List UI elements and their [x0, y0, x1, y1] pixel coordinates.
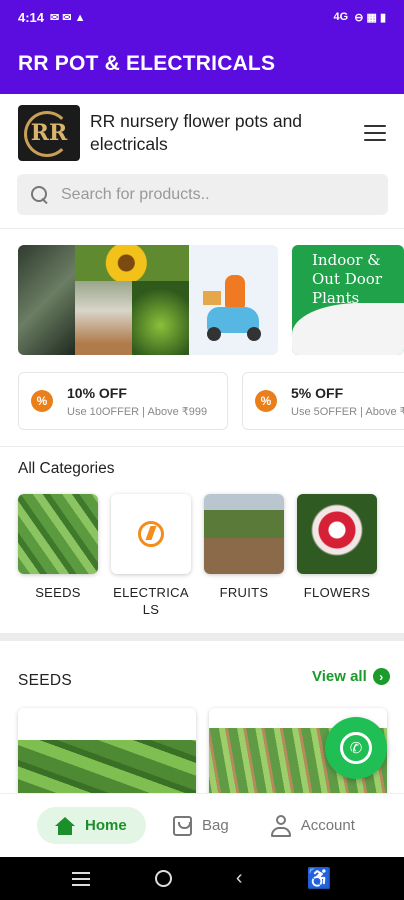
notification-icons: ✉ ✉ ▲	[50, 11, 86, 24]
store-header: RR RR nursery flower pots and electrical…	[0, 100, 404, 166]
view-all-button[interactable]: View all ›	[312, 668, 390, 685]
whatsapp-button[interactable]: ✆	[325, 717, 387, 779]
home-icon	[55, 816, 75, 835]
electrical-icon	[138, 521, 164, 547]
status-bar-right: 4G ⊖ ▦ ▮	[334, 11, 386, 24]
banner-sunflower-image	[75, 245, 189, 281]
store-name: RR nursery flower pots and electricals	[90, 111, 303, 154]
divider	[0, 446, 404, 447]
nav-account-label: Account	[300, 817, 355, 834]
bag-icon	[173, 815, 192, 836]
category-list: SEEDS ELECTRICALS FRUITS FLOWERS	[18, 494, 404, 618]
coupon-subtitle: Use 10OFFER | Above ₹999	[67, 405, 208, 418]
user-icon	[270, 814, 291, 837]
category-flowers[interactable]: FLOWERS	[297, 494, 377, 618]
category-seeds[interactable]: SEEDS	[18, 494, 98, 618]
nav-bag[interactable]: Bag	[173, 815, 229, 836]
coupon-subtitle: Use 5OFFER | Above ₹	[291, 405, 404, 418]
banner-label: Indoor & Out Door Plants	[312, 251, 383, 307]
banner-pots-image	[75, 281, 132, 355]
category-label: ELECTRICALS	[113, 585, 189, 617]
category-electricals[interactable]: ELECTRICALS	[111, 494, 191, 618]
nav-home-label: Home	[85, 817, 127, 834]
system-navigation-bar: ‹ ♿	[0, 857, 404, 900]
category-fruits[interactable]: FRUITS	[204, 494, 284, 618]
recents-icon[interactable]	[72, 871, 91, 886]
section-title: SEEDS	[18, 672, 73, 689]
discount-icon: %	[31, 390, 53, 412]
category-image	[111, 494, 191, 574]
category-label: SEEDS	[35, 585, 81, 600]
categories-heading: All Categories	[18, 460, 115, 477]
banner-collage[interactable]	[18, 245, 278, 355]
status-bar-left: 4:14 ✉ ✉ ▲	[18, 10, 85, 25]
category-image	[204, 494, 284, 574]
status-time: 4:14	[18, 9, 45, 25]
search-icon	[31, 185, 49, 204]
accessibility-icon[interactable]: ♿	[307, 866, 332, 891]
hamburger-menu-icon[interactable]	[364, 125, 386, 141]
banner-leaf-image	[18, 245, 75, 355]
category-label: FLOWERS	[303, 585, 371, 600]
arrow-right-icon: ›	[372, 668, 390, 685]
app-title-bar: RR POT & ELECTRICALS	[0, 34, 404, 94]
logo-text: RR	[30, 120, 68, 146]
coupon-card[interactable]: % 5% OFF Use 5OFFER | Above ₹	[242, 372, 404, 430]
banner-carousel[interactable]: Indoor & Out Door Plants	[18, 245, 404, 355]
category-image	[18, 494, 98, 574]
nav-bag-label: Bag	[202, 817, 229, 834]
section-separator	[0, 633, 404, 641]
whatsapp-icon: ✆	[340, 732, 372, 764]
status-bar: 4:14 ✉ ✉ ▲ 4G ⊖ ▦ ▮	[0, 0, 404, 34]
back-icon[interactable]: ‹	[236, 867, 243, 890]
search-input[interactable]	[61, 185, 361, 204]
banner-delivery-image	[189, 245, 278, 355]
nav-account[interactable]: Account	[270, 814, 355, 837]
banner-palm-image	[132, 281, 189, 355]
coupon-card[interactable]: % 10% OFF Use 10OFFER | Above ₹999	[18, 372, 228, 430]
search-bar[interactable]	[17, 174, 388, 215]
network-label: 4G	[333, 11, 349, 23]
category-image	[297, 494, 377, 574]
category-label: FRUITS	[219, 585, 269, 600]
view-all-label: View all	[312, 668, 367, 685]
nav-home[interactable]: Home	[37, 807, 146, 844]
divider	[0, 228, 404, 229]
banner-indoor-outdoor[interactable]: Indoor & Out Door Plants	[292, 245, 404, 355]
bottom-navigation: Home Bag Account	[0, 793, 404, 857]
discount-icon: %	[255, 390, 277, 412]
coupon-list: % 10% OFF Use 10OFFER | Above ₹999 % 5% …	[18, 372, 404, 430]
store-logo: RR	[18, 105, 80, 161]
battery-icon: ⊖ ▦ ▮	[354, 11, 386, 24]
app-title: RR POT & ELECTRICALS	[18, 52, 276, 75]
coupon-title: 5% OFF	[291, 384, 344, 401]
coupon-title: 10% OFF	[67, 384, 127, 401]
home-circle-icon[interactable]	[154, 870, 172, 887]
